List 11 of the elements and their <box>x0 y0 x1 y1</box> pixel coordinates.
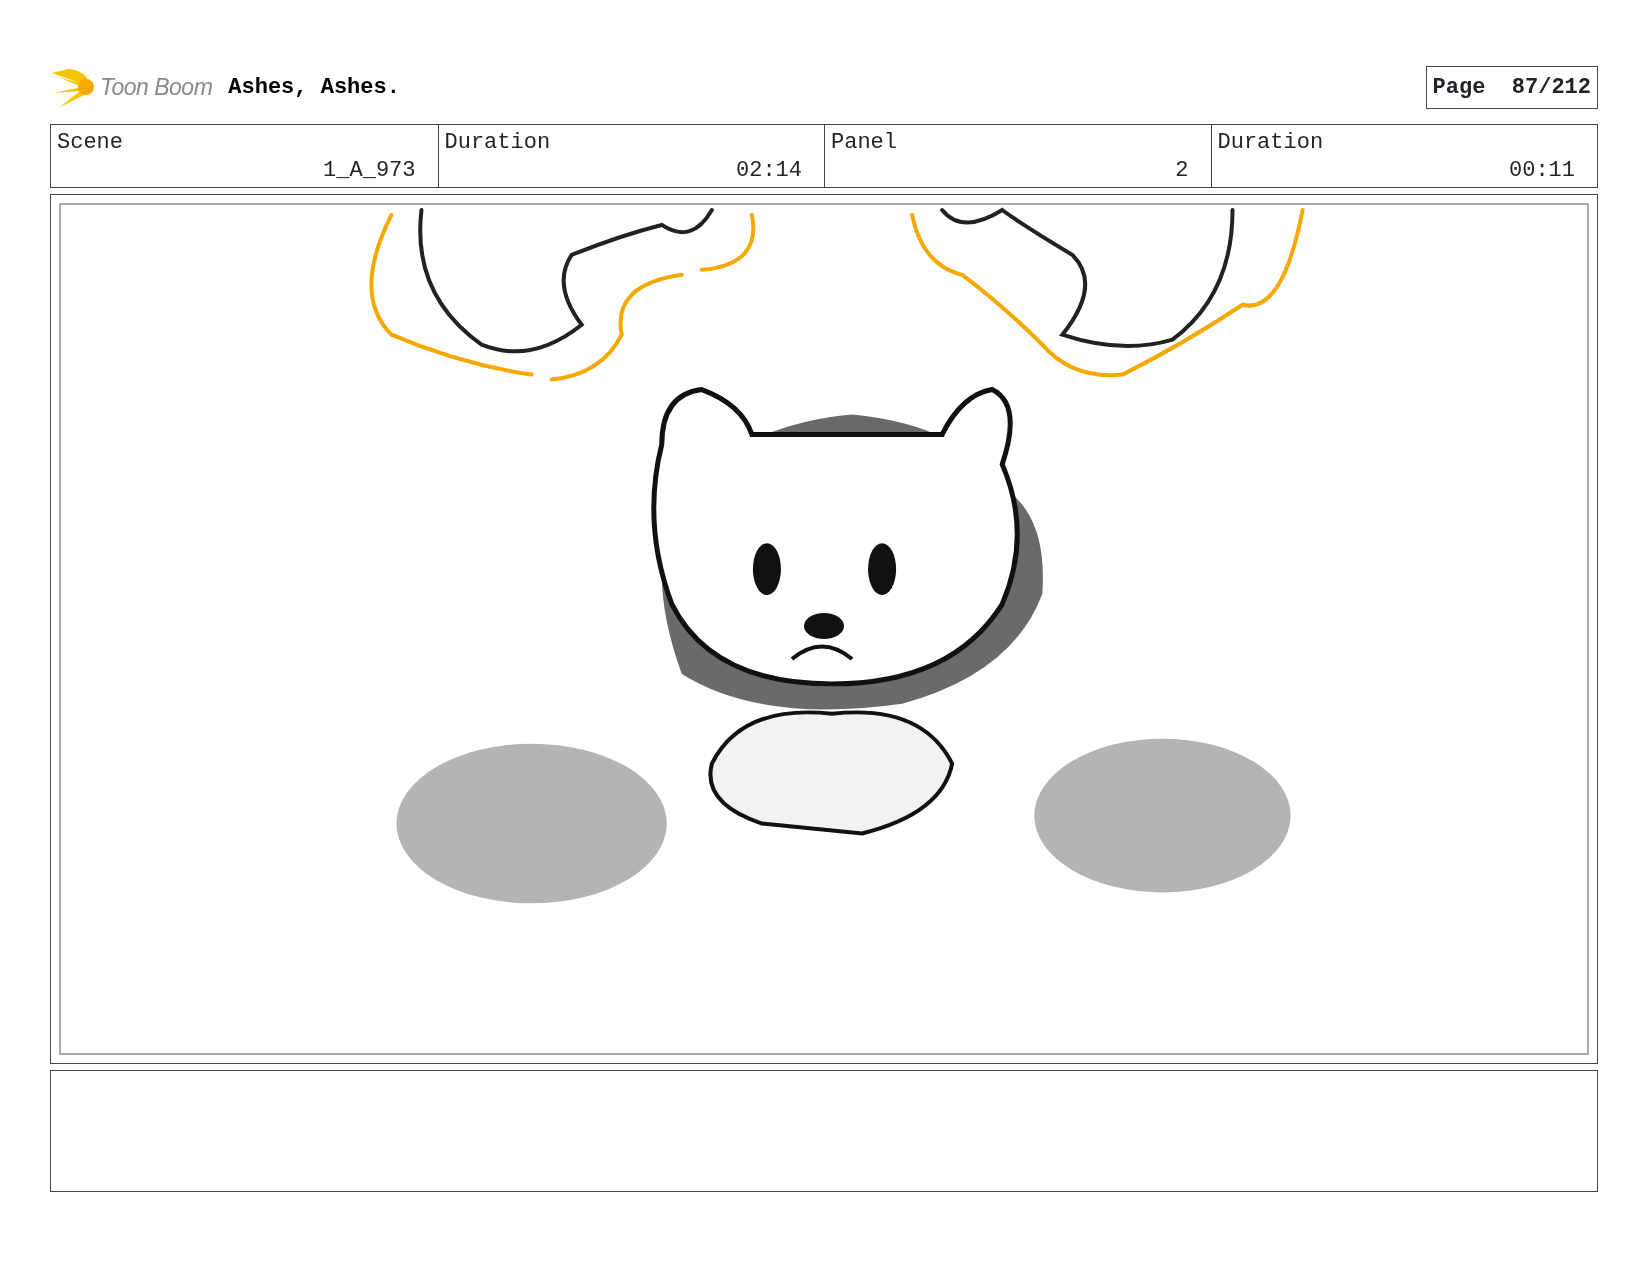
field-label: Panel <box>831 129 897 157</box>
field-value: 2 <box>1175 157 1189 185</box>
logo-text: Toon Boom <box>100 72 213 102</box>
field-label: Scene <box>57 129 123 157</box>
field-value: 00:11 <box>1509 157 1575 185</box>
storyboard-title: Ashes, Ashes. <box>228 73 400 102</box>
field-label: Duration <box>444 129 551 157</box>
page-number-box: Page 87/212 <box>1425 65 1598 109</box>
field-value: 02:14 <box>736 157 802 185</box>
field-value: 1_A_973 <box>323 157 416 185</box>
field-label: Duration <box>1217 129 1324 157</box>
